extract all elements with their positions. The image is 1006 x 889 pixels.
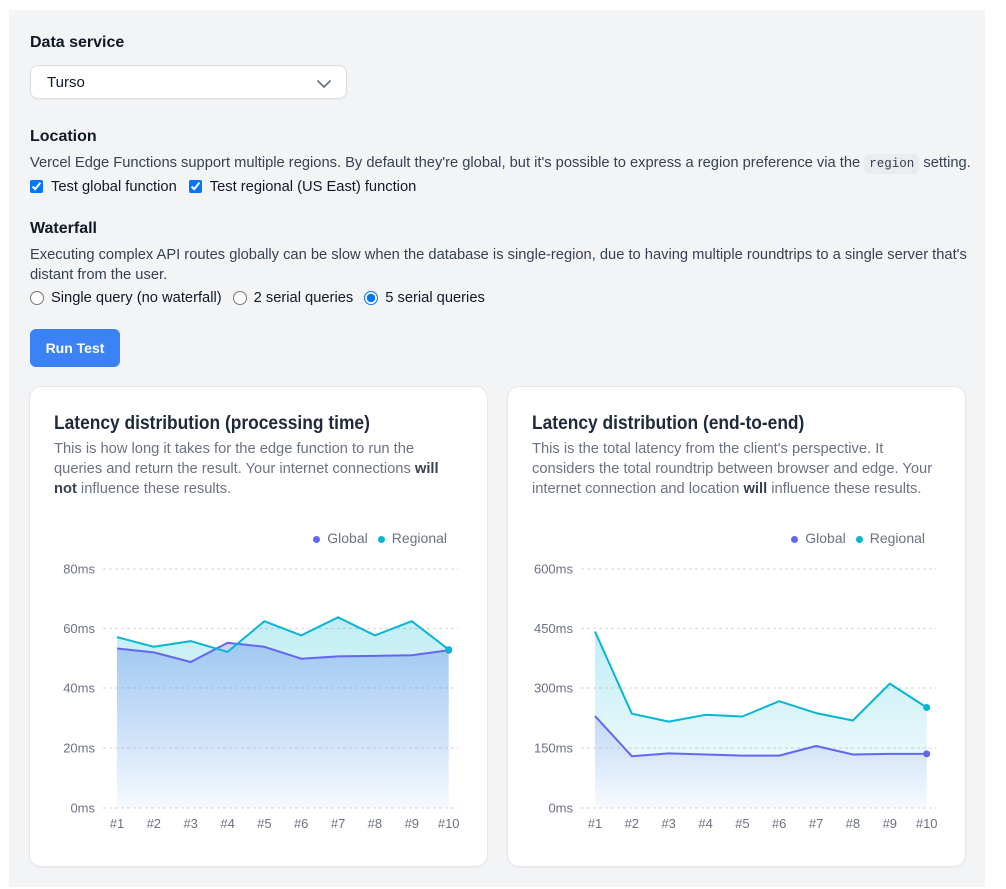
svg-text:40ms: 40ms bbox=[63, 681, 95, 696]
svg-text:#3: #3 bbox=[661, 816, 675, 831]
svg-text:#9: #9 bbox=[883, 816, 897, 831]
svg-text:#8: #8 bbox=[368, 816, 382, 831]
svg-text:#2: #2 bbox=[625, 816, 639, 831]
svg-text:60ms: 60ms bbox=[63, 621, 95, 636]
svg-text:#5: #5 bbox=[257, 816, 271, 831]
svg-text:#4: #4 bbox=[698, 816, 712, 831]
svg-text:#8: #8 bbox=[846, 816, 860, 831]
svg-text:0ms: 0ms bbox=[548, 801, 573, 816]
svg-text:#6: #6 bbox=[294, 816, 308, 831]
svg-text:#10: #10 bbox=[916, 816, 938, 831]
svg-text:#9: #9 bbox=[405, 816, 419, 831]
svg-text:#2: #2 bbox=[147, 816, 161, 831]
svg-text:#10: #10 bbox=[438, 816, 460, 831]
svg-text:#4: #4 bbox=[220, 816, 234, 831]
svg-text:#5: #5 bbox=[735, 816, 749, 831]
svg-text:80ms: 80ms bbox=[63, 562, 95, 577]
svg-text:150ms: 150ms bbox=[534, 741, 574, 756]
svg-text:#1: #1 bbox=[588, 816, 602, 831]
svg-text:20ms: 20ms bbox=[63, 741, 95, 756]
svg-text:#3: #3 bbox=[183, 816, 197, 831]
svg-text:#6: #6 bbox=[772, 816, 786, 831]
svg-text:#1: #1 bbox=[110, 816, 124, 831]
svg-text:600ms: 600ms bbox=[534, 562, 574, 577]
svg-text:#7: #7 bbox=[809, 816, 823, 831]
svg-text:#7: #7 bbox=[331, 816, 345, 831]
svg-text:0ms: 0ms bbox=[70, 801, 95, 816]
svg-text:450ms: 450ms bbox=[534, 621, 574, 636]
svg-text:300ms: 300ms bbox=[534, 681, 574, 696]
